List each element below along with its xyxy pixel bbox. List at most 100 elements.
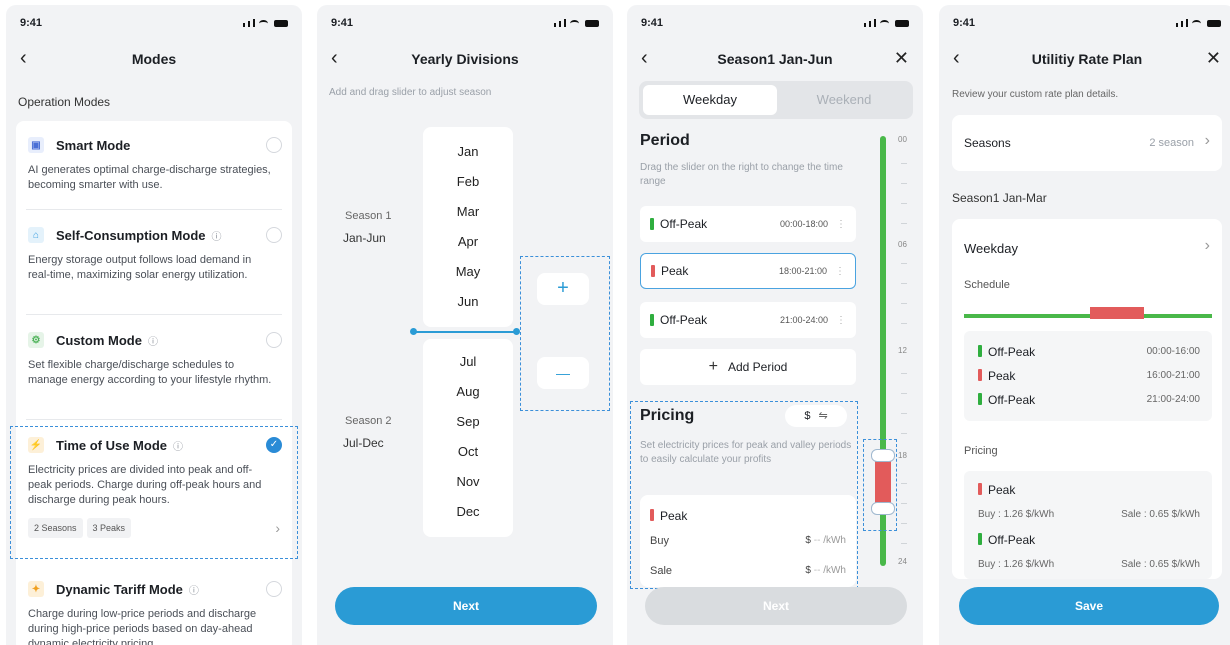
nav-bar: ‹ Season1 Jan-Jun ✕: [627, 47, 923, 71]
schedule-time: 00:00-16:00: [1146, 346, 1200, 357]
period-time: 00:00-18:00: [779, 219, 828, 229]
more-icon[interactable]: ⋮: [836, 315, 846, 326]
next-button[interactable]: Next: [335, 587, 597, 625]
divider: [26, 209, 282, 210]
back-icon[interactable]: ‹: [641, 47, 648, 69]
slider-handle-right[interactable]: [513, 328, 520, 335]
mode-desc: Energy storage output follows load deman…: [28, 254, 252, 281]
tick-label: 24: [898, 557, 907, 566]
plus-icon: +: [708, 358, 718, 375]
months-season2: Jul Aug Sep Oct Nov Dec: [423, 339, 513, 537]
schedule-label: Schedule: [964, 279, 1010, 291]
back-icon[interactable]: ‹: [331, 47, 338, 69]
save-button[interactable]: Save: [959, 587, 1219, 625]
slider-handle-start[interactable]: [871, 449, 895, 462]
mode-self-consumption[interactable]: ⌂ Self-Consumption Mode ⓘ Energy storage o…: [16, 225, 292, 283]
mode-smart[interactable]: ▣ Smart Mode AI generates optimal charge-…: [16, 135, 292, 193]
more-icon[interactable]: ⋮: [836, 219, 846, 230]
schedule-name: Off-Peak: [988, 393, 1036, 407]
chevron-right-icon: ›: [1204, 132, 1210, 149]
peak-marker: [651, 265, 655, 277]
day-type-label: Weekday: [964, 241, 1018, 256]
help-icon[interactable]: ⓘ: [189, 582, 199, 597]
mode-desc: AI generates optimal charge-discharge st…: [28, 164, 271, 191]
page-title: Utilitiy Rate Plan: [1031, 51, 1143, 67]
chevron-right-icon[interactable]: ›: [1205, 237, 1210, 255]
section-title: Operation Modes: [18, 95, 111, 109]
peak-marker: [978, 369, 982, 381]
peak-marker: [650, 509, 654, 521]
radio-smart[interactable]: [266, 137, 282, 153]
slider-handle-left[interactable]: [410, 328, 417, 335]
tab-weekday[interactable]: Weekday: [643, 85, 777, 115]
add-period-button[interactable]: + Add Period: [640, 349, 856, 385]
next-button-disabled[interactable]: Next: [645, 587, 907, 625]
price-period: Peak: [660, 509, 688, 523]
pricing-hint: Set electricity prices for peak and vall…: [640, 440, 852, 465]
seasons-row[interactable]: Seasons 2 season ›: [952, 115, 1222, 171]
mode-name: Dynamic Tariff Mode: [56, 581, 183, 597]
season2-range: Jul-Dec: [343, 436, 384, 450]
help-icon[interactable]: ⓘ: [212, 228, 222, 243]
month: Nov: [456, 474, 480, 489]
slider-handle-end[interactable]: [871, 502, 895, 515]
page-title: Modes: [131, 51, 177, 67]
modes-screen: 9:41 ‹ Modes Operation Modes ▣ Smart Mode…: [6, 5, 302, 645]
period-row-offpeak[interactable]: Off-Peak 00:00-18:00 ⋮: [640, 206, 856, 242]
divider: [26, 314, 282, 315]
tick-label: 06: [898, 240, 907, 249]
help-icon[interactable]: ⓘ: [148, 333, 158, 348]
status-icons: [554, 19, 599, 27]
add-season-button[interactable]: +: [537, 273, 589, 305]
month: Jul: [459, 354, 477, 369]
close-icon[interactable]: ✕: [894, 47, 909, 69]
sale-input[interactable]: $ -- /kWh: [805, 565, 846, 576]
yearly-divisions-screen: 9:41 ‹ Yearly Divisions Add and drag sli…: [317, 5, 613, 645]
radio-dynamic-tariff[interactable]: [266, 581, 282, 597]
period-name: Off-Peak: [660, 313, 708, 327]
schedule-peak-segment: [1090, 307, 1144, 319]
close-icon[interactable]: ✕: [1206, 47, 1221, 69]
season-divider-slider[interactable]: [413, 331, 517, 333]
price-buy: Buy : 1.26 $/kWh: [978, 509, 1055, 520]
mode-name: Custom Mode: [56, 332, 142, 348]
period-row-offpeak[interactable]: Off-Peak 21:00-24:00 ⋮: [640, 302, 856, 338]
modes-card: ▣ Smart Mode AI generates optimal charge-…: [16, 121, 292, 645]
back-icon[interactable]: ‹: [953, 47, 960, 69]
mode-name: Smart Mode: [56, 137, 131, 153]
tab-weekend[interactable]: Weekend: [777, 85, 911, 115]
star-icon: ✦: [28, 581, 44, 597]
period-time: 18:00-21:00: [778, 266, 827, 276]
offpeak-marker: [650, 218, 654, 230]
rate-plan-screen: 9:41 ‹ Utilitiy Rate Plan ✕ Review your …: [939, 5, 1230, 645]
schedule-time: 16:00-21:00: [1146, 370, 1200, 381]
season1-label: Season 1: [345, 210, 392, 222]
season-name: Season1 Jan-Mar: [952, 191, 1047, 205]
radio-custom[interactable]: [266, 332, 282, 348]
mode-dynamic-tariff[interactable]: ✦ Dynamic Tariff Mode ⓘ Charge during low-…: [16, 579, 292, 645]
mode-name: Self-Consumption Mode: [56, 227, 206, 243]
currency-switch[interactable]: $ ⇋: [785, 405, 847, 427]
radio-self-consumption[interactable]: [266, 227, 282, 243]
back-icon[interactable]: ‹: [20, 47, 27, 69]
period-hint: Drag the slider on the right to change t…: [640, 162, 843, 187]
unit-label: /kWh: [823, 565, 846, 576]
status-bar: 9:41: [953, 15, 1221, 31]
add-period-label: Add Period: [727, 360, 788, 374]
remove-season-button[interactable]: —: [537, 357, 589, 389]
month: Feb: [456, 174, 480, 189]
more-icon[interactable]: ⋮: [835, 266, 845, 277]
nav-bar: ‹ Utilitiy Rate Plan ✕: [939, 47, 1230, 71]
mode-desc: Charge during low-price periods and disc…: [28, 608, 257, 645]
month: Jun: [457, 294, 479, 309]
season-period-screen: 9:41 ‹ Season1 Jan-Jun ✕ Weekday Weekend…: [627, 5, 923, 645]
schedule-name: Off-Peak: [988, 345, 1036, 359]
pricing-title: Pricing: [640, 407, 695, 424]
currency-symbol: $: [805, 535, 811, 546]
period-row-peak[interactable]: Peak 18:00-21:00 ⋮: [640, 253, 856, 289]
price-buy: Buy : 1.26 $/kWh: [978, 559, 1055, 570]
sale-label: Sale: [650, 565, 673, 577]
mode-custom[interactable]: ⚙ Custom Mode ⓘ Set flexible charge/discha…: [16, 330, 292, 388]
status-bar: 9:41: [20, 15, 288, 31]
buy-input[interactable]: $ -- /kWh: [805, 535, 846, 546]
